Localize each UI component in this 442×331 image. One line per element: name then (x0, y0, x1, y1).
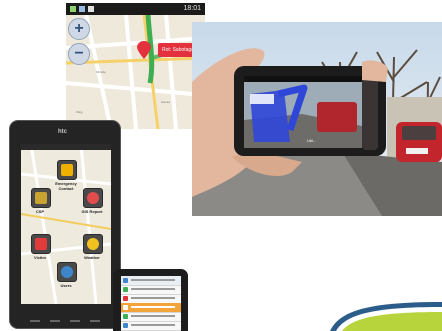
cross-icon (35, 238, 47, 250)
csp-button[interactable] (31, 188, 51, 208)
victim-button[interactable] (31, 234, 51, 254)
status-icon (123, 296, 128, 301)
app-label: CSP (35, 209, 45, 214)
status-icon (123, 323, 128, 328)
list-item[interactable] (121, 321, 181, 331)
status-icon (123, 305, 128, 310)
location-pin-icon[interactable] (137, 41, 151, 59)
app-label: Victim (34, 255, 46, 260)
globe-icon (61, 266, 73, 278)
hardware-buttons (28, 311, 102, 322)
map-screenshot: Straße Gasse Weg 18:01 + − Rot: Sabotage (66, 3, 205, 129)
list-screen (121, 276, 181, 331)
sun-icon (87, 238, 99, 250)
gis-report-button[interactable] (83, 188, 103, 208)
users-button[interactable] (57, 262, 77, 282)
app-label: Emergency Contact (55, 181, 77, 191)
street-scene (192, 22, 442, 216)
dashboard-screen: Emergency Contact CSP GIS Report Victim … (21, 144, 111, 304)
app-label: GIS Report (81, 209, 103, 214)
list-phone (113, 269, 188, 331)
brand-logo: htc (58, 129, 67, 135)
app-label: Users (60, 283, 72, 288)
green-logo-fragment (330, 302, 442, 331)
app-label: Weather (84, 255, 100, 260)
ar-overlay-caption: Ubi... (307, 138, 317, 143)
zoom-in-button[interactable]: + (68, 18, 90, 40)
svg-text:Straße: Straße (96, 70, 106, 74)
status-icon (123, 314, 128, 319)
htc-phone: htc Emergency Contact CSP GIS Report Vic… (10, 121, 120, 328)
alert-icon (87, 192, 99, 204)
grid-icon (35, 192, 47, 204)
status-icon (123, 278, 128, 283)
fire-icon (61, 164, 73, 176)
zoom-out-button[interactable]: − (68, 43, 90, 65)
ar-street-photo: Ubi... (192, 22, 442, 216)
emergency-contact-button[interactable] (57, 160, 77, 180)
status-time: 18:01 (183, 5, 201, 12)
status-bar: 18:01 (66, 3, 205, 15)
svg-text:Gasse: Gasse (161, 100, 170, 104)
weather-button[interactable] (83, 234, 103, 254)
svg-text:Weg: Weg (76, 110, 83, 114)
notification-icons (70, 6, 94, 12)
status-icon (123, 287, 128, 292)
